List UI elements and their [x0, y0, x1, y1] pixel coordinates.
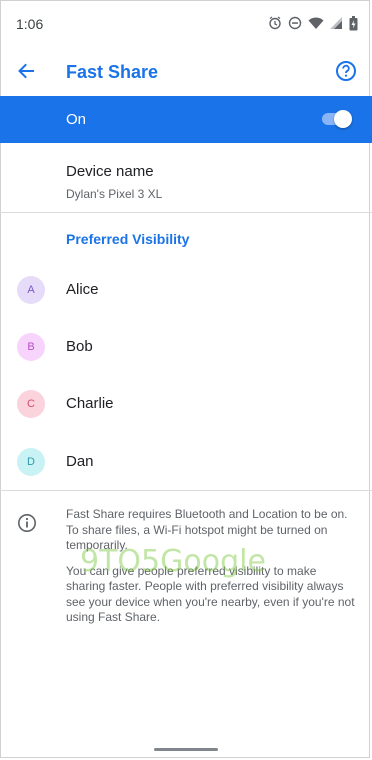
battery-icon [349, 15, 358, 31]
device-name-value: Dylan's Pixel 3 XL [66, 187, 163, 201]
divider [0, 212, 372, 213]
info-text: Fast Share requires Bluetooth and Locati… [66, 507, 358, 636]
info-icon [18, 514, 36, 532]
master-switch-row[interactable]: On [0, 96, 372, 143]
divider [0, 490, 372, 491]
info-paragraph: You can give people preferred visibility… [66, 563, 355, 625]
alarm-icon [268, 16, 282, 30]
contact-name: Alice [66, 281, 99, 298]
fast-share-toggle[interactable] [320, 109, 352, 129]
master-switch-label: On [66, 111, 87, 128]
contact-name: Dan [66, 453, 94, 470]
help-button[interactable] [332, 57, 360, 85]
avatar: A [17, 276, 45, 304]
status-bar: 1:06 [0, 0, 372, 46]
avatar-initial: D [27, 456, 35, 468]
arrow-back-icon [18, 63, 34, 79]
contact-name: Bob [66, 338, 93, 355]
contact-row-alice[interactable]: A Alice [0, 262, 372, 318]
avatar-initial: C [27, 398, 35, 410]
status-icons [268, 14, 358, 32]
back-button[interactable] [12, 57, 40, 85]
section-header-preferred-visibility: Preferred Visibility [66, 231, 190, 247]
avatar: D [17, 448, 45, 476]
status-time: 1:06 [16, 16, 44, 32]
wifi-icon [308, 16, 324, 30]
avatar-initial: A [27, 284, 35, 296]
gesture-nav-handle[interactable] [154, 748, 218, 751]
avatar-initial: B [27, 341, 35, 353]
avatar: C [17, 390, 45, 418]
device-name-title: Device name [66, 163, 154, 180]
contact-name: Charlie [66, 395, 114, 412]
help-icon [336, 61, 356, 81]
signal-icon [330, 16, 343, 30]
app-bar: Fast Share [0, 46, 372, 96]
device-name-row[interactable]: Device name Dylan's Pixel 3 XL [0, 143, 372, 212]
contact-row-bob[interactable]: B Bob [0, 319, 372, 375]
avatar: B [17, 333, 45, 361]
toggle-thumb [334, 110, 352, 128]
contact-row-dan[interactable]: D Dan [0, 434, 372, 490]
do-not-disturb-icon [288, 16, 302, 30]
info-paragraph: Fast Share requires Bluetooth and Locati… [66, 507, 348, 552]
page-title: Fast Share [66, 62, 159, 82]
contact-row-charlie[interactable]: C Charlie [0, 376, 372, 432]
